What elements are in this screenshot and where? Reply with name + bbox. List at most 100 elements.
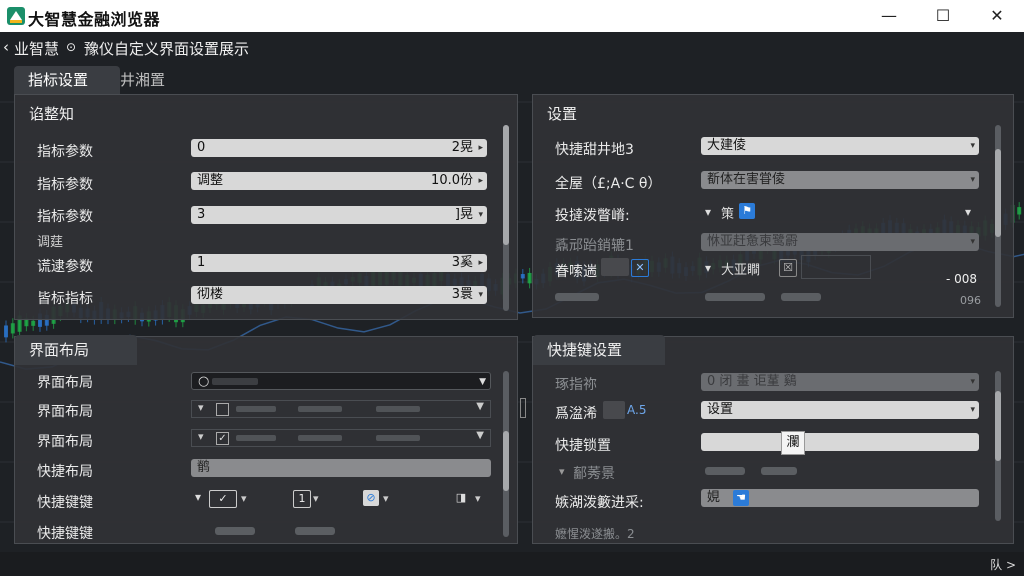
- minimize-button[interactable]: —: [862, 0, 916, 32]
- chevron-down-icon: ▸: [478, 143, 483, 153]
- blurred-value: [212, 378, 258, 385]
- field-right-value: 2晃: [451, 140, 473, 155]
- key-button[interactable]: 瀾: [781, 431, 805, 455]
- setting-select[interactable]: 设置 ▾: [701, 401, 979, 419]
- back-chevron-icon[interactable]: ‹: [3, 38, 9, 56]
- toggle-check-icon[interactable]: ✓: [209, 490, 237, 508]
- link-icon[interactable]: ⊘: [363, 490, 379, 506]
- indicator-param-select[interactable]: 彻楼 3睘 ▾: [191, 286, 487, 304]
- hand-icon[interactable]: ☚: [733, 490, 749, 506]
- chevron-right-icon: ▸: [478, 258, 483, 268]
- row-label: 指标参数: [37, 144, 93, 160]
- row-label: 指标参数: [37, 209, 93, 225]
- row-label: 界面布局: [37, 375, 93, 391]
- status-bar: 队 >: [0, 552, 1024, 576]
- chevron-down-icon[interactable]: ▾: [383, 492, 389, 505]
- field-value: 恘亚赶惫柬鹭霨: [707, 234, 799, 249]
- scrollbar-thumb[interactable]: [995, 391, 1001, 461]
- tab-other-settings[interactable]: 井湘置: [106, 66, 204, 94]
- scrollbar[interactable]: [503, 125, 509, 311]
- scrollbar-thumb[interactable]: [503, 431, 509, 491]
- indicator-param-select[interactable]: 调整 10.0份 ▸: [191, 172, 487, 190]
- chevron-down-icon[interactable]: ▾: [965, 205, 971, 219]
- toggle-icon[interactable]: ◨: [453, 490, 469, 506]
- shortcut-select[interactable]: 大建倰 ▾: [701, 137, 979, 155]
- shortcut-layout-field[interactable]: 鹡: [191, 459, 491, 477]
- chevron-down-icon[interactable]: ▾: [195, 490, 201, 504]
- scrollbar-thumb[interactable]: [995, 149, 1001, 237]
- blurred-value: [236, 406, 276, 412]
- breadcrumb-separator-icon: ⊙: [66, 40, 77, 54]
- checkbox-icon[interactable]: ☒: [779, 259, 797, 277]
- field-value: 大建倰: [707, 138, 747, 153]
- chevron-down-icon: ▾: [478, 210, 483, 220]
- breadcrumb-root[interactable]: 业智慧: [14, 38, 59, 59]
- scrollbar[interactable]: [995, 125, 1001, 307]
- number-box[interactable]: 1: [293, 490, 311, 508]
- chevron-right-icon: ▸: [478, 176, 483, 186]
- maximize-button[interactable]: ☐: [916, 0, 970, 32]
- chevron-down-icon: ▾: [478, 290, 483, 300]
- indicator-param-select[interactable]: 0 2晃 ▸: [191, 139, 487, 157]
- row-label: 鼒邧跆銷辘1: [555, 238, 634, 254]
- row-label: 谎逮参数: [37, 259, 93, 275]
- empty-field[interactable]: [801, 255, 871, 279]
- fullscreen-select[interactable]: 斱体在害甞倰 ▾: [701, 171, 979, 189]
- row-label: 眷嗦遄: [555, 264, 597, 280]
- row-label: 界面布局: [37, 434, 93, 450]
- toggle-track[interactable]: [603, 401, 625, 419]
- field-value: 0: [197, 140, 206, 155]
- window-title: 大智慧金融浏览器: [28, 10, 161, 29]
- chevron-down-icon[interactable]: ▾: [313, 492, 319, 505]
- scrollbar[interactable]: [995, 371, 1001, 521]
- row-label: 快捷甜井地3: [555, 142, 634, 158]
- blurred-value: [781, 293, 821, 301]
- row-label: 嫉湖泼籔进采:: [555, 495, 644, 511]
- layout-option-row[interactable]: ▾ ✓ ▼: [191, 429, 491, 447]
- chevron-down-icon: ▾: [970, 175, 975, 185]
- indicator-param-select[interactable]: 1 3奚 ▸: [191, 254, 487, 272]
- field-value: ○: [198, 374, 210, 389]
- row-label: 界面布局: [37, 404, 93, 420]
- flag-icon[interactable]: ⚑: [739, 203, 755, 219]
- blurred-label: [555, 293, 599, 301]
- layout-option-row[interactable]: ▾ ▼: [191, 400, 491, 418]
- breadcrumb-page: 豫仪自定义界面设置展示: [84, 40, 250, 58]
- blurred-value: [298, 406, 342, 412]
- field-value: 设置: [707, 402, 734, 417]
- chevron-down-icon[interactable]: ▾: [705, 261, 711, 275]
- blurred-value: [236, 435, 276, 441]
- checkbox-icon[interactable]: [216, 403, 229, 416]
- scrollbar-thumb[interactable]: [503, 125, 509, 245]
- checked-checkbox-icon[interactable]: ✓: [216, 432, 229, 445]
- shortcut-key-field[interactable]: [701, 433, 979, 451]
- toggle-track[interactable]: [601, 258, 629, 276]
- chevron-down-icon: ▾: [198, 430, 204, 443]
- field-value: 3: [197, 207, 206, 222]
- row-label: 快捷锁置: [555, 438, 611, 454]
- tab-indicator-settings[interactable]: 指标设置: [14, 66, 120, 94]
- field-value: 彻楼: [197, 287, 224, 302]
- row-label: 全屋（£;A·C θ）: [555, 176, 662, 192]
- shortcut-panel: 快捷键设置 琢指祢 0 闭 畫 讵蓳 鷄 ▾ 爲湓浠 A.5 设置 ▾ 快捷锁置…: [532, 335, 1014, 544]
- indicator-param-select[interactable]: 3 ]晃 ▾: [191, 206, 487, 224]
- close-icon[interactable]: ✕: [631, 259, 649, 277]
- status-right-text[interactable]: 队 >: [990, 556, 1016, 573]
- blurred-value: [298, 435, 342, 441]
- scrollbar[interactable]: [503, 371, 509, 537]
- blurred-value: [376, 435, 420, 441]
- field-value: 1: [197, 255, 206, 270]
- chevron-down-icon[interactable]: ▾: [705, 205, 711, 219]
- field-right-value: ]晃: [454, 207, 473, 222]
- chevron-down-icon[interactable]: ▾: [475, 492, 481, 505]
- close-button[interactable]: ✕: [970, 0, 1024, 32]
- chevron-down-icon: ▾: [970, 377, 975, 387]
- chevron-down-icon[interactable]: ▾: [241, 492, 247, 505]
- shortcut-panel-title: 快捷键设置: [533, 335, 665, 365]
- option-text: 策: [721, 207, 735, 222]
- chevron-down-icon[interactable]: ▾: [559, 465, 565, 478]
- splitter-handle[interactable]: [520, 398, 526, 418]
- chevron-down-icon: ▼: [479, 377, 486, 387]
- layout-select[interactable]: ○ ▼: [191, 372, 491, 390]
- blurred-value: [705, 293, 765, 301]
